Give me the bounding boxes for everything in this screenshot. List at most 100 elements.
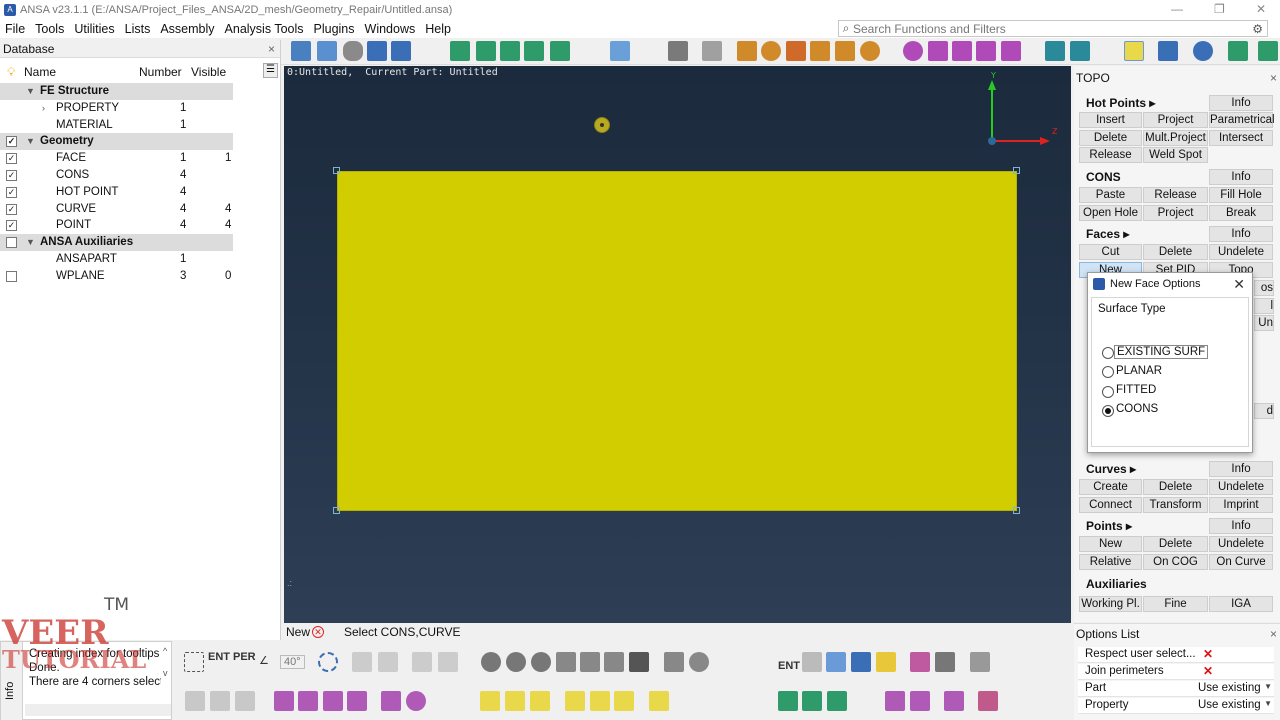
close-window-icon[interactable]: ✕ xyxy=(1256,2,1266,16)
focus-icon[interactable] xyxy=(903,41,923,61)
tree-group-row[interactable]: ▼ FE Structure xyxy=(0,83,233,100)
fitted-label[interactable]: FITTED xyxy=(1116,384,1156,396)
close-icon[interactable]: ✕ xyxy=(1233,273,1245,295)
measure-icon[interactable] xyxy=(737,41,757,61)
connect-button[interactable]: Connect xyxy=(1079,497,1142,513)
option-part[interactable]: Part Use existing ▼ xyxy=(1078,681,1274,697)
purple-curve-icon[interactable] xyxy=(885,691,905,711)
tree-row[interactable]: ANSAPART 1 xyxy=(0,251,233,268)
iga-button[interactable]: IGA xyxy=(1209,596,1273,612)
curves-info-button[interactable]: Info xyxy=(1209,461,1273,477)
show-icon[interactable] xyxy=(835,41,855,61)
menu-assembly[interactable]: Assembly xyxy=(155,22,219,36)
restore-icon[interactable]: ❐ xyxy=(1214,2,1225,16)
points-new-button[interactable]: New xyxy=(1079,536,1142,552)
grid-purple-icon[interactable] xyxy=(298,691,318,711)
scroll-down-icon[interactable]: v xyxy=(163,668,168,678)
planar-label[interactable]: PLANAR xyxy=(1116,365,1162,377)
yellow-grid-icon[interactable] xyxy=(505,691,525,711)
insert-button[interactable]: Insert xyxy=(1079,112,1142,128)
green-grid-icon[interactable] xyxy=(827,691,847,711)
frame-icon[interactable] xyxy=(928,41,948,61)
release-button[interactable]: Release xyxy=(1079,147,1142,163)
open-hole-button[interactable]: Open Hole xyxy=(1079,205,1142,221)
clipboard-icon[interactable] xyxy=(1045,41,1065,61)
grid-cube-icon[interactable] xyxy=(851,652,871,672)
cube-purple-icon[interactable] xyxy=(274,691,294,711)
crop-icon[interactable] xyxy=(378,652,398,672)
column-menu-icon[interactable]: ☰ xyxy=(263,63,278,78)
undo-icon[interactable] xyxy=(668,41,688,61)
corner-marker[interactable] xyxy=(1013,507,1020,514)
checkbox[interactable]: ✓ xyxy=(6,136,17,148)
bulb-icon[interactable]: 💡︎ xyxy=(7,65,15,80)
option-off-icon[interactable]: ✕ xyxy=(1203,647,1213,661)
radio-fitted[interactable] xyxy=(1102,386,1114,398)
curves-undelete-button[interactable]: Undelete xyxy=(1209,479,1273,495)
col-name[interactable]: Name xyxy=(24,65,56,79)
corner-marker[interactable] xyxy=(1013,167,1020,174)
cube-icon[interactable] xyxy=(450,41,470,61)
tree-row[interactable]: WPLANE 3 0 xyxy=(0,268,233,285)
relative-button[interactable]: Relative xyxy=(1079,554,1142,570)
paste-button[interactable]: Paste xyxy=(1079,187,1142,203)
delete-icon[interactable] xyxy=(786,41,806,61)
faces-undelete-button[interactable]: Undelete xyxy=(1209,244,1273,260)
cut-button[interactable]: Cut xyxy=(1079,244,1142,260)
yellow-half-icon[interactable] xyxy=(614,691,634,711)
cube-outline-icon[interactable] xyxy=(185,691,205,711)
menu-tools[interactable]: Tools xyxy=(30,22,69,36)
mesh-icon[interactable] xyxy=(1258,41,1278,61)
purple-arc-icon[interactable] xyxy=(944,691,964,711)
project-button[interactable]: Project xyxy=(1143,112,1208,128)
chevron-down-icon[interactable]: ▼ xyxy=(26,133,35,150)
menu-plugins[interactable]: Plugins xyxy=(309,22,360,36)
working-plane-button[interactable]: Working Pl. xyxy=(1079,596,1142,612)
gear-icon[interactable]: ⚙ xyxy=(1252,22,1263,36)
grid-view-icon[interactable] xyxy=(580,652,600,672)
fine-button[interactable]: Fine xyxy=(1143,596,1208,612)
scroll-up-icon[interactable]: ^ xyxy=(163,646,167,656)
on-cog-button[interactable]: On COG xyxy=(1143,554,1208,570)
record-icon[interactable] xyxy=(689,652,709,672)
select-box-icon[interactable] xyxy=(184,652,204,672)
layout-icon[interactable] xyxy=(1124,41,1144,61)
intersect-button[interactable]: Intersect xyxy=(1209,130,1273,146)
angle-icon[interactable]: ∠ xyxy=(259,654,269,667)
table-icon[interactable] xyxy=(604,652,624,672)
points-info-button[interactable]: Info xyxy=(1209,518,1273,534)
checkbox[interactable] xyxy=(6,270,17,282)
radio-planar[interactable] xyxy=(1102,366,1114,378)
corner-marker[interactable] xyxy=(333,507,340,514)
report-icon[interactable] xyxy=(550,41,570,61)
i-beam-icon[interactable] xyxy=(381,691,401,711)
fill-hole-button[interactable]: Fill Hole xyxy=(1209,187,1273,203)
list-icon[interactable] xyxy=(556,652,576,672)
pe-icon[interactable] xyxy=(367,41,387,61)
zoom-icon[interactable] xyxy=(610,41,630,61)
checklist-icon[interactable] xyxy=(524,41,544,61)
chevron-down-icon[interactable]: ▼ xyxy=(26,234,35,251)
wire-cube-icon[interactable] xyxy=(935,652,955,672)
node-icon[interactable] xyxy=(664,652,684,672)
find-icon[interactable] xyxy=(860,41,880,61)
info-tab[interactable]: Info xyxy=(1,642,23,720)
curves-create-button[interactable]: Create xyxy=(1079,479,1142,495)
transform-button[interactable]: Transform xyxy=(1143,497,1208,513)
minimize-icon[interactable]: — xyxy=(1171,2,1183,16)
on-curve-button[interactable]: On Curve xyxy=(1209,554,1273,570)
lasso-icon[interactable] xyxy=(318,652,338,672)
menu-windows[interactable]: Windows xyxy=(360,22,421,36)
close-icon[interactable]: × xyxy=(1270,68,1277,88)
cons-info-button[interactable]: Info xyxy=(1209,169,1273,185)
option-off-icon[interactable]: ✕ xyxy=(1203,664,1213,678)
ent-label[interactable]: ENT xyxy=(208,651,230,663)
balance-icon[interactable] xyxy=(500,41,520,61)
cube-outline-icon[interactable] xyxy=(210,691,230,711)
dialog-title-bar[interactable]: New Face Options ✕ xyxy=(1088,273,1252,295)
entity-tree-icon[interactable] xyxy=(291,41,311,61)
cancel-icon[interactable]: ✕ xyxy=(312,626,324,638)
tree-group-row[interactable]: ✓ ▼ Geometry xyxy=(0,133,233,151)
option-property[interactable]: Property Use existing ▼ xyxy=(1078,698,1274,714)
green-box-icon[interactable] xyxy=(802,691,822,711)
